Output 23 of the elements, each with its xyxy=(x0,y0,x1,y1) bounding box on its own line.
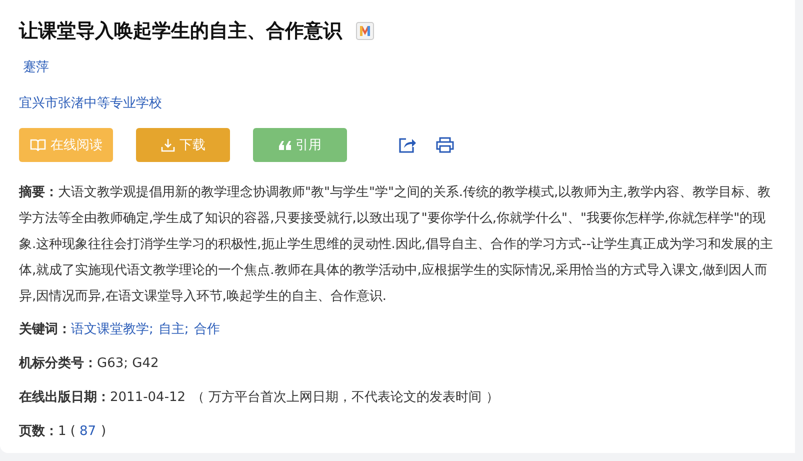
keyword-link[interactable]: 自主; xyxy=(158,320,189,338)
abstract-text: 摘要：大语文教学观提倡用新的教学理念协调教师"教"与学生"学"之间的关系.传统的教学模式,以教师为主,教学内容、教学目标、教学方法等全由教师确定,学生成了知识的容器,只要接受就行,以致出现了"要你学什么,你就学什么"、"我要你怎样学,你就怎样学"的现象.这种现象往往会打消学生学习的积极性,扼止学生思维的灵动性.因此,倡导自主、合作的学习方式--让学生真正成为学习和发展的主体,就成了实施现代语文教学理论的一个焦点.教师在具体的教学活动中,应根据学生的实际情况,采用恰当的方式导入课文,做到因人而异,因情况而异,在语文课堂导入环节,唤起学生的自主、合作意识. xyxy=(19,184,774,306)
pages-label: 页数： xyxy=(19,423,58,440)
share-icon[interactable] xyxy=(398,136,416,154)
publish-date-note: （ 万方平台首次上网日期，不代表论文的发表时间 ） xyxy=(192,389,499,406)
keywords-label: 关键词： xyxy=(19,320,71,338)
author-link[interactable]: 蹇萍 xyxy=(23,58,49,76)
publish-date-label: 在线出版日期： xyxy=(19,389,110,406)
closing-parenthesis: ) xyxy=(101,424,106,438)
affiliation-link[interactable]: 宜兴市张渚中等专业学校 xyxy=(19,94,162,112)
quote-icon xyxy=(278,140,290,150)
book-icon xyxy=(30,138,46,152)
page-link[interactable]: 87 xyxy=(79,424,96,438)
publish-date-value: 2011-04-12 xyxy=(110,390,186,404)
print-icon[interactable] xyxy=(436,136,454,154)
pages-value: 1 ( xyxy=(58,424,76,438)
classification-label: 机标分类号： xyxy=(19,355,97,372)
letter-m-logo-icon xyxy=(356,22,374,40)
keyword-link[interactable]: 合作 xyxy=(194,320,220,338)
article-title: 让课堂导入唤起学生的自主、合作意识 xyxy=(19,19,342,44)
keyword-link[interactable]: 语文课堂教学; xyxy=(71,320,154,338)
classification-value: G63; G42 xyxy=(97,356,159,370)
download-icon xyxy=(160,138,174,152)
